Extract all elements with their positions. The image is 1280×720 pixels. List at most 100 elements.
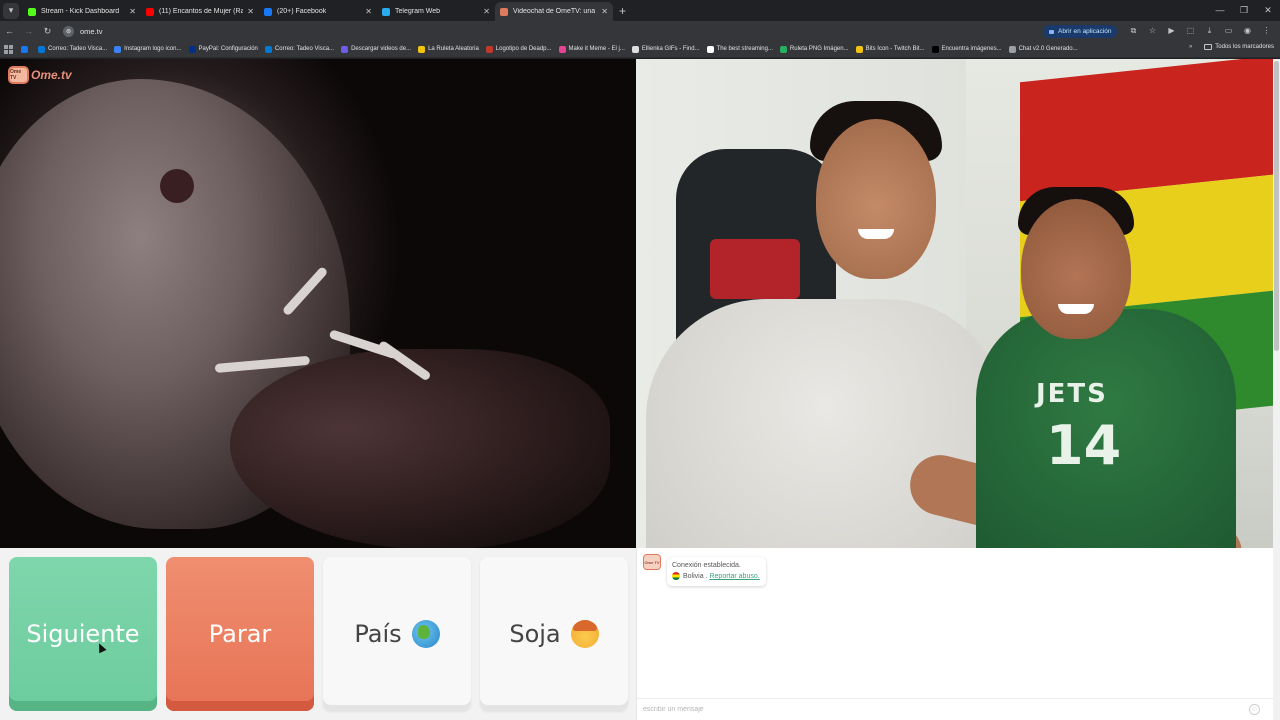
tab-close-icon[interactable]: ✕: [247, 7, 254, 16]
smiley-icon[interactable]: ☺: [1249, 704, 1260, 715]
bookmark-item[interactable]: Descargar videos de...: [341, 45, 412, 53]
bookmark-item[interactable]: Bits Icon - Twitch Bit...: [855, 45, 925, 53]
browser-tab[interactable]: Videochat de OmeTV: una ✕: [495, 2, 613, 21]
tab-groups-icon[interactable]: ▭: [1219, 24, 1238, 38]
tab-search-icon[interactable]: ▾: [3, 2, 19, 19]
bookmark-item[interactable]: [21, 45, 31, 53]
close-window-icon[interactable]: ✕: [1256, 0, 1280, 21]
bookmark-item[interactable]: The best streaming...: [706, 45, 773, 53]
bookmark-item[interactable]: Logotipo de Deadp...: [485, 45, 552, 53]
forward-icon[interactable]: →: [19, 26, 38, 36]
bookmark-item[interactable]: PayPal: Configuración: [188, 45, 258, 53]
connection-status: Conexión establecida.: [672, 562, 741, 569]
chat-bubble: Conexión establecida. Bolivia . Reportar…: [667, 557, 766, 586]
page-scrollbar[interactable]: [1273, 59, 1280, 720]
tab-strip: ▾ Stream - Kick Dashboard ✕ (11) Encantos …: [0, 0, 1280, 21]
browser-tab[interactable]: (11) Encantos de Mujer (Radio✕: [141, 2, 259, 21]
profile-avatar[interactable]: ◉: [1238, 24, 1257, 38]
maximize-icon[interactable]: ❐: [1232, 0, 1256, 21]
bookmark-label: Make it Meme - El j...: [568, 46, 625, 52]
ometv-avatar: Ome TV: [643, 554, 661, 570]
browser-tab[interactable]: Stream - Kick Dashboard ✕: [23, 2, 141, 21]
url-text: ome.tv: [80, 26, 103, 36]
apps-grid-icon[interactable]: [4, 44, 13, 54]
video-pattern-spot: [160, 169, 194, 203]
bookmark-favicon-icon: [188, 45, 196, 53]
tab-title: (11) Encantos de Mujer (Radio: [159, 8, 244, 15]
self-video: JETS 14: [636, 59, 1273, 548]
scrollbar-thumb[interactable]: [1274, 61, 1279, 351]
bookmark-item[interactable]: Ruleta PNG Imágen...: [779, 45, 849, 53]
video-person-left: [636, 101, 1249, 548]
country-button-label: País: [354, 620, 402, 648]
next-button[interactable]: Siguiente: [9, 557, 157, 711]
telegram-icon: [382, 7, 390, 16]
bolivia-flag-icon: [672, 572, 680, 581]
bookmark-label: Bits Icon - Twitch Bit...: [865, 46, 925, 52]
reload-icon[interactable]: ↻: [38, 26, 57, 37]
bookmark-label: The best streaming...: [716, 46, 773, 52]
stranger-video: Ome TV Ome.tv: [0, 59, 636, 548]
stop-button[interactable]: Parar: [166, 557, 314, 711]
bookmark-favicon-icon: [341, 45, 349, 53]
bookmark-item[interactable]: Encuentra imágenes...: [931, 45, 1002, 53]
browser-tab[interactable]: (20+) Facebook ✕: [259, 2, 377, 21]
globe-icon: [411, 620, 440, 648]
bookmark-label: Chat v2.0 Generado...: [1018, 46, 1078, 52]
bookmark-label: Descargar videos de...: [351, 46, 412, 52]
tab-close-icon[interactable]: ✕: [601, 7, 608, 16]
tab-title: (20+) Facebook: [277, 8, 327, 15]
open-in-app-button[interactable]: Abrir en aplicación: [1043, 25, 1118, 38]
bookmark-label: Encuentra imágenes...: [941, 46, 1002, 52]
bookmark-label: Ellienka GIFs - Find...: [641, 46, 700, 52]
bookmark-item[interactable]: Ellienka GIFs - Find...: [631, 45, 700, 53]
browser-tab[interactable]: Telegram Web ✕: [377, 2, 495, 21]
bookmark-favicon-icon: [485, 45, 493, 53]
translate-icon[interactable]: ⧉: [1124, 24, 1143, 38]
bookmark-item[interactable]: Instagram logo icon...: [114, 45, 182, 53]
ometv-logo[interactable]: Ome TV Ome.tv: [8, 66, 72, 84]
gender-button[interactable]: Soja: [480, 557, 628, 711]
tab-close-icon[interactable]: ✕: [483, 7, 490, 16]
bookmark-favicon-icon: [855, 45, 863, 53]
ometv-logo-icon: Ome TV: [8, 66, 29, 84]
toolbar-actions: ⧉ ☆ ▶ ⬚ ⤓ ▭ ◉ ⋮: [1124, 24, 1276, 38]
bookmark-favicon-icon: [706, 45, 714, 53]
bookmark-star-icon[interactable]: ☆: [1143, 24, 1162, 38]
menu-icon[interactable]: ⋮: [1257, 24, 1276, 38]
bookmark-label: Correo: Tadeo Visca...: [274, 46, 335, 52]
bookmark-favicon-icon: [558, 45, 566, 53]
bookmark-favicon-icon: [38, 45, 45, 53]
tab-title: Stream - Kick Dashboard: [41, 8, 120, 15]
tab-close-icon[interactable]: ✕: [129, 7, 136, 16]
media-icon[interactable]: ▶: [1162, 24, 1181, 38]
bookmark-label: Correo: Tadeo Visca...: [48, 46, 108, 52]
bookmark-label: PayPal: Configuración: [198, 46, 258, 52]
stop-button-label: Parar: [208, 620, 272, 648]
site-info-icon[interactable]: ⊜: [63, 25, 74, 37]
gender-button-label: Soja: [509, 620, 561, 648]
bookmark-item[interactable]: Correo: Tadeo Visca...: [38, 45, 108, 53]
bookmark-item[interactable]: La Ruleta Aleatoria: [418, 45, 479, 53]
ometv-page: Ome TV Ome.tv JETS 14 Siguiente Parar Pa…: [0, 59, 1280, 720]
minimize-icon[interactable]: —: [1208, 0, 1232, 21]
extensions-icon[interactable]: ⬚: [1181, 24, 1200, 38]
window-controls: — ❐ ✕: [1208, 0, 1280, 21]
facebook-icon: [264, 7, 272, 16]
ometv-icon: [500, 7, 508, 16]
report-abuse-link[interactable]: Reportar abuso.: [709, 573, 759, 580]
bookmark-item[interactable]: Correo: Tadeo Visca...: [264, 45, 335, 53]
chat-message-input[interactable]: [643, 706, 1249, 713]
more-bookmarks-button[interactable]: »: [1189, 44, 1192, 50]
address-bar[interactable]: ⊜ ome.tv: [58, 23, 1038, 39]
next-button-label: Siguiente: [26, 620, 140, 648]
bookmark-item[interactable]: Make it Meme - El j...: [558, 45, 625, 53]
all-bookmarks-button[interactable]: Todos los marcadores: [1215, 44, 1274, 50]
tab-close-icon[interactable]: ✕: [365, 7, 372, 16]
chat-input-bar: ☺: [637, 698, 1274, 720]
country-button[interactable]: País: [323, 557, 471, 711]
download-icon[interactable]: ⤓: [1200, 24, 1219, 38]
new-tab-button[interactable]: +: [619, 4, 626, 18]
bookmark-item[interactable]: Chat v2.0 Generado...: [1008, 45, 1078, 53]
back-icon[interactable]: ←: [0, 26, 19, 36]
